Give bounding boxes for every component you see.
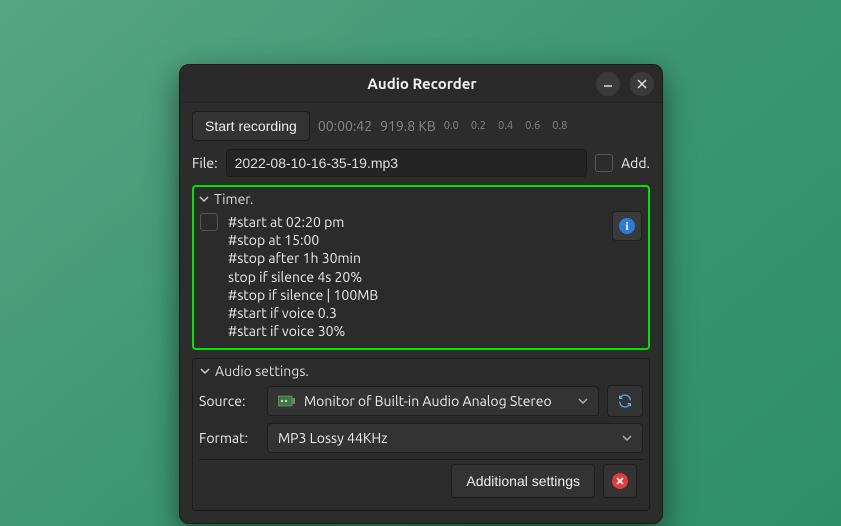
start-recording-button[interactable]: Start recording bbox=[192, 111, 310, 141]
format-label: Format: bbox=[199, 430, 259, 446]
timer-info-button[interactable]: i bbox=[612, 211, 642, 241]
minimize-button[interactable] bbox=[596, 72, 620, 96]
additional-settings-button[interactable]: Additional settings bbox=[451, 464, 595, 498]
add-checkbox[interactable] bbox=[595, 154, 613, 172]
audio-expander[interactable]: Audio settings. bbox=[199, 363, 643, 379]
app-window: Audio Recorder Start recording 00:00:42 … bbox=[179, 64, 663, 524]
add-label: Add. bbox=[621, 155, 650, 171]
format-row: Format: MP3 Lossy 44KHz bbox=[199, 423, 643, 453]
recording-toolbar: Start recording 00:00:42 919.8 KB 0.0 0.… bbox=[192, 111, 650, 141]
titlebar: Audio Recorder bbox=[180, 65, 662, 103]
timer-header: Timer. bbox=[214, 191, 253, 207]
timer-enable-checkbox[interactable] bbox=[200, 213, 218, 231]
timer-panel: Timer. #start at 02:20 pm #stop at 15:00… bbox=[192, 185, 650, 350]
refresh-icon bbox=[617, 393, 633, 409]
chevron-down-icon bbox=[578, 393, 588, 409]
chevron-down-icon bbox=[198, 193, 210, 205]
file-size: 919.8 KB bbox=[380, 118, 436, 134]
format-value: MP3 Lossy 44KHz bbox=[278, 430, 388, 446]
file-label: File: bbox=[192, 155, 218, 171]
source-row: Source: Monitor of Built-in Audio Analog… bbox=[199, 385, 643, 417]
timer-script[interactable]: #start at 02:20 pm #stop at 15:00 #stop … bbox=[224, 211, 606, 342]
soundcard-icon bbox=[278, 394, 296, 408]
chevron-down-icon bbox=[199, 365, 211, 377]
file-row: File: Add. bbox=[192, 149, 650, 177]
audio-header: Audio settings. bbox=[215, 363, 309, 379]
format-select[interactable]: MP3 Lossy 44KHz bbox=[267, 423, 643, 453]
elapsed-time: 00:00:42 bbox=[318, 118, 372, 134]
info-icon: i bbox=[619, 218, 635, 234]
window-title: Audio Recorder bbox=[248, 75, 596, 92]
timer-expander[interactable]: Timer. bbox=[198, 191, 644, 207]
chevron-down-icon bbox=[622, 430, 632, 446]
close-button[interactable] bbox=[630, 72, 654, 96]
level-scale: 0.0 0.2 0.4 0.6 0.8 bbox=[444, 120, 568, 132]
source-value: Monitor of Built-in Audio Analog Stereo bbox=[304, 393, 552, 409]
source-select[interactable]: Monitor of Built-in Audio Analog Stereo bbox=[267, 386, 599, 416]
refresh-sources-button[interactable] bbox=[607, 385, 643, 417]
filename-input[interactable] bbox=[226, 149, 587, 177]
close-icon bbox=[612, 473, 628, 489]
audio-settings-panel: Audio settings. Source: bbox=[192, 358, 650, 511]
quit-button[interactable] bbox=[603, 464, 637, 498]
source-label: Source: bbox=[199, 393, 259, 409]
